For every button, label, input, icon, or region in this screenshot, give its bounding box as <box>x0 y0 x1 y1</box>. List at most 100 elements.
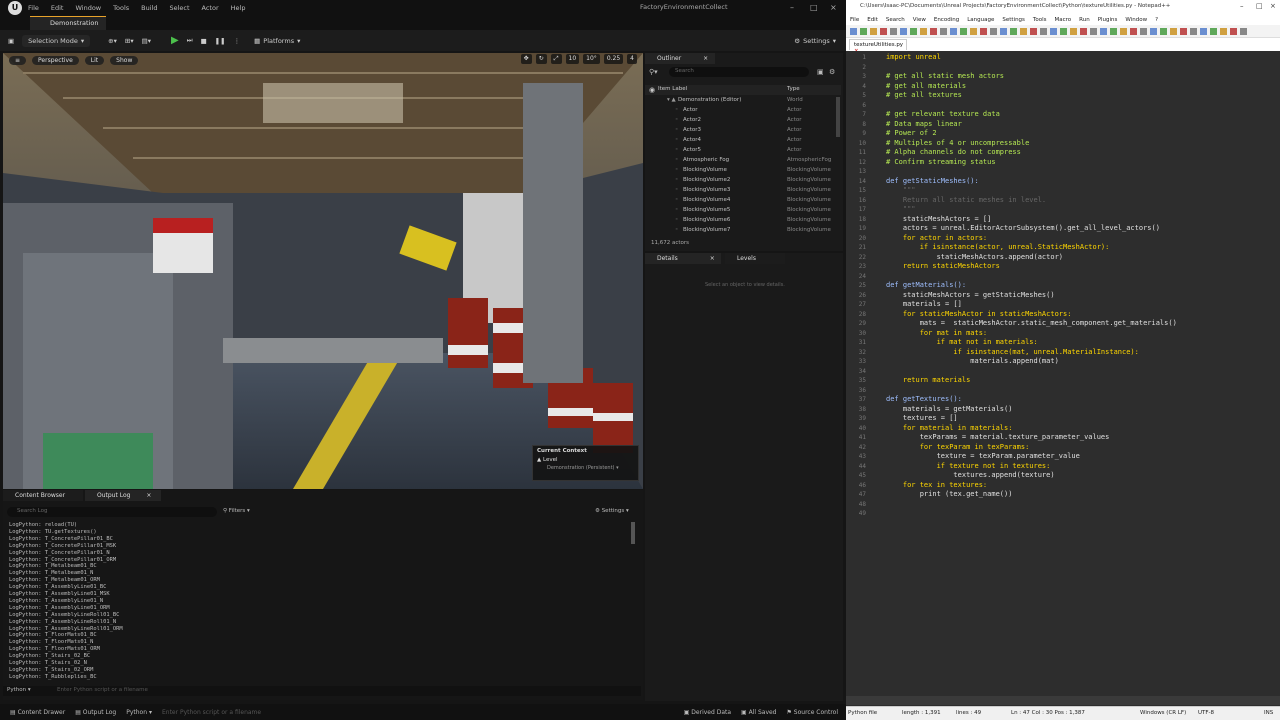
all-saved-button[interactable]: ▣ All Saved <box>741 709 776 716</box>
outliner-row[interactable]: ◦ Atmospheric Fog AtmosphericFog <box>645 157 835 167</box>
np-toolbar-icon[interactable] <box>910 28 917 35</box>
np-toolbar-icon[interactable] <box>1190 28 1197 35</box>
np-toolbar-icon[interactable] <box>890 28 897 35</box>
details-tab[interactable]: Details × <box>645 253 721 264</box>
status-python-input[interactable]: Enter Python script or a filename <box>162 709 261 716</box>
derived-data-button[interactable]: ▣ Derived Data <box>684 709 731 716</box>
np-menu-item[interactable]: Search <box>886 17 905 23</box>
camera-speed-value[interactable]: 4 <box>627 54 637 64</box>
python-console-button[interactable]: Python ▾ <box>7 687 31 693</box>
levels-tab[interactable]: Levels <box>725 253 785 264</box>
np-menu-item[interactable]: View <box>913 17 926 23</box>
outliner-row[interactable]: ◦ BlockingVolume4 BlockingVolume <box>645 197 835 207</box>
python-console-input[interactable]: Enter Python script or a filename <box>57 687 148 693</box>
np-toolbar-icon[interactable] <box>990 28 997 35</box>
menu-file[interactable]: File <box>28 4 39 12</box>
stop-icon[interactable]: ■ <box>201 37 207 45</box>
menu-actor[interactable]: Actor <box>202 4 219 12</box>
np-toolbar-icon[interactable] <box>1040 28 1047 35</box>
menu-select[interactable]: Select <box>169 4 189 12</box>
np-toolbar-icon[interactable] <box>960 28 967 35</box>
translate-icon[interactable]: ✥ <box>520 54 532 64</box>
filters-button[interactable]: ⚲ Filters ▾ <box>223 508 250 514</box>
np-menu-item[interactable]: File <box>850 17 859 23</box>
np-file-tab[interactable]: textureUtilities.py × <box>849 39 907 54</box>
np-toolbar-icon[interactable] <box>1100 28 1107 35</box>
save-icon[interactable]: ▣ <box>8 37 14 45</box>
filter-icon[interactable]: ⚲▾ <box>649 68 658 76</box>
code-editor[interactable]: 1 2 3 4 5 6 7 8 9 10 11 12 13 14 15 16 17 18 19 20 21 22 23 24 2… <box>846 51 1280 706</box>
np-toolbar-icon[interactable] <box>1170 28 1177 35</box>
maximize-icon[interactable]: □ <box>810 3 818 12</box>
close-details-icon[interactable]: × <box>710 255 715 262</box>
viewport-options-icon[interactable]: ≡ <box>9 55 27 65</box>
level-tab[interactable]: Demonstration <box>30 16 106 30</box>
log-search-input[interactable]: Search Log <box>7 507 217 517</box>
np-toolbar-icon[interactable] <box>970 28 977 35</box>
np-menu-item[interactable]: Window <box>1125 17 1147 23</box>
selection-mode-button[interactable]: Selection Mode ▾ <box>22 34 91 47</box>
rotate-icon[interactable]: ↻ <box>535 54 547 64</box>
np-toolbar-icon[interactable] <box>1120 28 1127 35</box>
np-toolbar-icon[interactable] <box>1240 28 1247 35</box>
play-button[interactable]: ▶ <box>171 35 179 46</box>
np-toolbar-icon[interactable] <box>870 28 877 35</box>
add-actor-icon[interactable]: ⊕▾ <box>108 37 117 45</box>
show-button[interactable]: Show <box>110 55 139 65</box>
np-toolbar-icon[interactable] <box>1200 28 1207 35</box>
np-toolbar-icon[interactable] <box>1220 28 1227 35</box>
np-toolbar-icon[interactable] <box>1130 28 1137 35</box>
log-settings-button[interactable]: ⚙ Settings ▾ <box>595 508 629 514</box>
np-toolbar-icon[interactable] <box>1030 28 1037 35</box>
np-toolbar-icon[interactable] <box>930 28 937 35</box>
np-toolbar-icon[interactable] <box>1210 28 1217 35</box>
outliner-row[interactable]: ◦ BlockingVolume7 BlockingVolume <box>645 227 835 237</box>
np-toolbar-icon[interactable] <box>980 28 987 35</box>
np-toolbar-icon[interactable] <box>860 28 867 35</box>
blueprint-icon[interactable]: ⊞▾ <box>125 37 134 45</box>
np-toolbar-icon[interactable] <box>1020 28 1027 35</box>
np-toolbar-icon[interactable] <box>1060 28 1067 35</box>
np-toolbar-icon[interactable] <box>1150 28 1157 35</box>
outliner-row[interactable]: ◦ Actor5 Actor <box>645 147 835 157</box>
lit-button[interactable]: Lit <box>84 55 105 65</box>
play-next-icon[interactable]: ⏭ <box>187 36 193 45</box>
output-log-tab[interactable]: Output Log × <box>85 490 161 501</box>
np-minimize-icon[interactable]: – <box>1240 2 1244 10</box>
outliner-row[interactable]: ◦ Actor3 Actor <box>645 127 835 137</box>
np-toolbar-icon[interactable] <box>1140 28 1147 35</box>
np-toolbar-icon[interactable] <box>1010 28 1017 35</box>
np-menu-item[interactable]: Settings <box>1002 17 1025 23</box>
platforms-button[interactable]: ▦ Platforms ▾ <box>254 37 300 45</box>
outliner-row[interactable]: ◦ Actor4 Actor <box>645 137 835 147</box>
outliner-row[interactable]: ◦ BlockingVolume2 BlockingVolume <box>645 177 835 187</box>
log-scrollbar[interactable] <box>631 522 635 544</box>
np-toolbar-icon[interactable] <box>1230 28 1237 35</box>
grid-snap-value[interactable]: 10 <box>565 54 580 64</box>
np-maximize-icon[interactable]: □ <box>1256 2 1263 10</box>
np-toolbar-icon[interactable] <box>1110 28 1117 35</box>
np-close-icon[interactable]: × <box>1270 2 1276 10</box>
content-browser-tab[interactable]: Content Browser <box>3 490 83 501</box>
scale-snap-value[interactable]: 0.25 <box>603 54 624 64</box>
cinematics-icon[interactable]: ▤▾ <box>142 37 151 45</box>
unreal-logo-icon[interactable]: U <box>8 0 22 15</box>
level-viewport[interactable]: ≡ Perspective Lit Show ✥ ↻ ⤢ 10 10° 0.25… <box>3 53 643 489</box>
outliner-row[interactable]: ▾ ▲ Demonstration (Editor) World <box>645 97 835 107</box>
np-horizontal-scrollbar[interactable] <box>846 696 1280 705</box>
np-toolbar-icon[interactable] <box>940 28 947 35</box>
visibility-icon[interactable]: ◉ <box>649 86 655 94</box>
np-menu-item[interactable]: Macro <box>1054 17 1071 23</box>
np-menu-item[interactable]: Encoding <box>934 17 959 23</box>
np-toolbar-icon[interactable] <box>1160 28 1167 35</box>
outliner-row[interactable]: ◦ BlockingVolume BlockingVolume <box>645 167 835 177</box>
np-toolbar-icon[interactable] <box>950 28 957 35</box>
menu-window[interactable]: Window <box>75 4 101 12</box>
np-toolbar-icon[interactable] <box>900 28 907 35</box>
settings-button[interactable]: ⚙ Settings ▾ <box>794 37 836 45</box>
close-log-icon[interactable]: × <box>146 492 151 499</box>
outliner-tab[interactable]: Outliner × <box>645 53 715 64</box>
np-menu-item[interactable]: Edit <box>867 17 878 23</box>
context-persistent[interactable]: Demonstration (Persistent) ▾ <box>533 464 638 472</box>
np-toolbar-icon[interactable] <box>1050 28 1057 35</box>
